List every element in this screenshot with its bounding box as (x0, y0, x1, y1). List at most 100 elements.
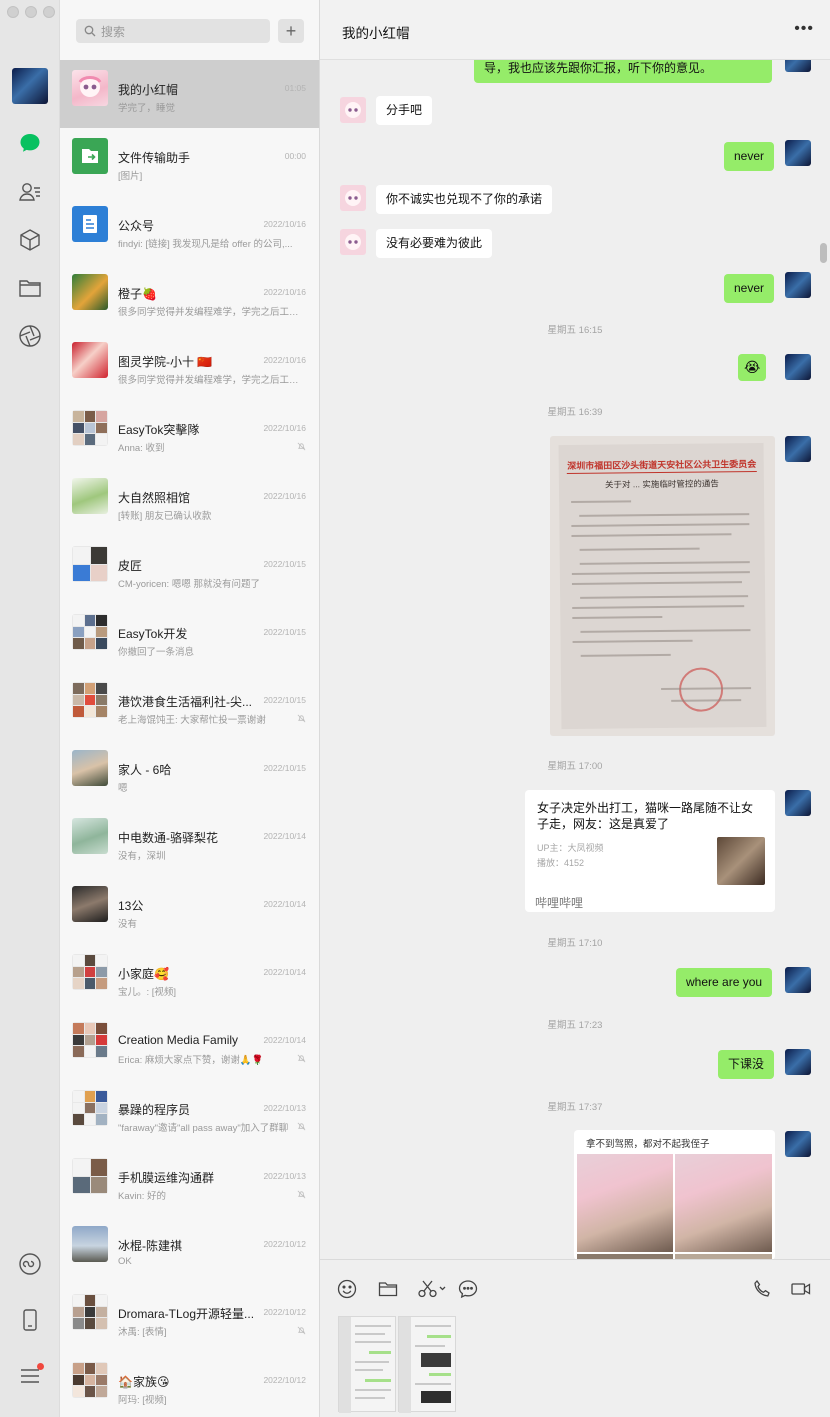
moments-nav-button[interactable] (15, 321, 45, 351)
image-message[interactable]: 深圳市福田区沙头街道天安社区公共卫生委员会 关于对 ... 实施临时管控的通告 (550, 436, 775, 736)
message-bubble-outgoing[interactable]: never (724, 274, 775, 303)
speech-bubble-icon (458, 1280, 478, 1299)
conversation-item[interactable]: 暴躁的程序员 "faraway"邀请"all pass away"加入了群聊 2… (60, 1080, 319, 1148)
mute-icon (297, 1054, 306, 1063)
screenshot-button[interactable] (417, 1278, 449, 1300)
aperture-icon (19, 325, 41, 347)
group-avatar (72, 954, 108, 990)
conversation-item[interactable]: Dromara-TLog开源轻量... 沐禹: [表情] 2022/10/12 (60, 1284, 319, 1352)
contact-avatar (340, 229, 366, 255)
shared-post-card[interactable]: 拿不到驾照，都对不起我侄子 (574, 1130, 775, 1259)
conversation-time: 2022/10/15 (263, 763, 306, 773)
my-avatar-small (785, 790, 811, 816)
message-list[interactable]: 导，我也应该先跟你汇报，听下你的意见。 分手吧 never 你不诚实也兑现不了你… (320, 60, 830, 1259)
favorites-nav-button[interactable] (15, 225, 45, 255)
message-bubble-incoming[interactable]: 没有必要难为彼此 (376, 229, 493, 258)
chat-nav-button[interactable] (15, 128, 45, 158)
conversation-time: 2022/10/14 (263, 967, 306, 977)
message-bubble-outgoing[interactable]: 导，我也应该先跟你汇报，听下你的意见。 (474, 60, 772, 83)
conversation-time: 00:00 (284, 151, 306, 161)
add-button[interactable]: + (278, 19, 304, 43)
conversation-preview: 很多同学觉得并发编程难学，学完之后工作... (118, 375, 302, 386)
conversation-item[interactable]: 图灵学院-小十 🇨🇳 很多同学觉得并发编程难学，学完之后工作... 2022/1… (60, 332, 319, 400)
video-call-button[interactable] (790, 1278, 812, 1300)
message-bubble-outgoing[interactable]: never (724, 142, 775, 171)
contacts-nav-button[interactable] (15, 177, 45, 207)
conversation-name: 中电数通-骆驿梨花 (118, 831, 218, 845)
conversation-preview: CM-yoricen: 嗯嗯 那就没有问题了 (118, 579, 260, 590)
conversation-item[interactable]: 冰棍-陈建祺 OK 2022/10/12 (60, 1216, 319, 1284)
search-bar: 搜索 + (60, 0, 319, 60)
conversation-time: 2022/10/16 (263, 219, 306, 229)
conversation-name: 暴躁的程序员 (118, 1103, 191, 1117)
conversation-time: 2022/10/16 (263, 287, 306, 297)
send-file-button[interactable] (377, 1278, 399, 1300)
conversation-item[interactable]: 中电数通-骆驿梨花 没有，深圳 2022/10/14 (60, 808, 319, 876)
voice-call-button[interactable] (751, 1278, 773, 1300)
phone-call-icon (754, 1279, 770, 1297)
phone-device-button[interactable] (15, 1305, 45, 1335)
minimize-window-button[interactable] (25, 6, 37, 18)
conversation-item[interactable]: 13公 没有 2022/10/14 (60, 876, 319, 944)
my-avatar[interactable] (12, 68, 48, 104)
my-avatar-small (785, 436, 811, 462)
message-bubble-incoming[interactable]: 你不诚实也兑现不了你的承诺 (376, 185, 553, 214)
conversation-item[interactable]: EasyTok开发 你撤回了一条消息 2022/10/15 (60, 604, 319, 672)
files-nav-button[interactable] (15, 273, 45, 303)
message-scrollbar[interactable] (820, 243, 827, 263)
avatar (72, 138, 108, 174)
conversation-time: 2022/10/14 (263, 1035, 306, 1045)
maximize-window-button[interactable] (43, 6, 55, 18)
close-window-button[interactable] (7, 6, 19, 18)
pasted-screenshots[interactable] (338, 1316, 456, 1413)
chat-icon (20, 134, 40, 152)
message-bubble-outgoing[interactable]: where are you (676, 968, 773, 997)
conversation-time: 2022/10/15 (263, 559, 306, 569)
conversation-item[interactable]: 我的小红帽 学完了，睡觉 01:05 (60, 60, 319, 128)
chat-header: 我的小红帽 ••• (320, 0, 830, 60)
chat-history-button[interactable] (457, 1278, 479, 1300)
conversation-item[interactable]: 公众号 findyi: [链接] 我发现凡是给 offer 的公司,... 20… (60, 196, 319, 264)
conversation-item[interactable]: 大自然照相馆 [转账] 朋友已确认收款 2022/10/16 (60, 468, 319, 536)
message-bubble-outgoing[interactable]: 下课没 (718, 1050, 775, 1079)
emoji-message[interactable]: 😭 (738, 354, 767, 381)
conversation-preview: [图片] (118, 171, 143, 182)
conversation-time: 2022/10/14 (263, 831, 306, 841)
message-bubble-incoming[interactable]: 分手吧 (376, 96, 433, 125)
video-link-card[interactable]: 女子决定外出打工，猫咪一路尾随不让女子走，网友：这是真爱了 UP主：大凤视频 播… (525, 790, 775, 912)
card-thumbnail (717, 837, 765, 885)
avatar (72, 818, 108, 854)
conversation-preview: 阿玛: [视频] (118, 1395, 167, 1406)
conversation-item[interactable]: 文件传输助手 [图片] 00:00 (60, 128, 319, 196)
screenshot-thumbnail[interactable] (338, 1316, 396, 1413)
composer (320, 1259, 830, 1417)
conversation-item[interactable]: 小家庭🥰 宝儿。: [视频] 2022/10/14 (60, 944, 319, 1012)
folder-icon (378, 1282, 398, 1297)
conversation-item[interactable]: 🏠家族😘 阿玛: [视频] 2022/10/12 (60, 1352, 319, 1417)
screenshot-thumbnail[interactable] (398, 1316, 456, 1413)
conversation-item[interactable]: 手机膜运维沟通群 Kavin: 好的 2022/10/13 (60, 1148, 319, 1216)
my-avatar-small (785, 1131, 811, 1157)
search-placeholder: 搜索 (101, 24, 126, 39)
emoji-button[interactable] (336, 1278, 358, 1300)
card-uploader: UP主：大凤视频 (537, 843, 604, 853)
contacts-icon (19, 183, 40, 201)
conversation-preview: 沐禹: [表情] (118, 1327, 167, 1338)
menu-button[interactable] (15, 1361, 45, 1391)
conversation-item[interactable]: 橙子🍓 很多同学觉得并发编程难学，学完之后工作... 2022/10/16 (60, 264, 319, 332)
conversation-item[interactable]: EasyTok突擊隊 Anna: 收到 2022/10/16 (60, 400, 319, 468)
more-options-button[interactable]: ••• (794, 20, 814, 38)
conversation-item[interactable]: 港饮港食生活福利社-尖... 老上海馄饨王: 大家帮忙投一票谢谢 2022/10… (60, 672, 319, 740)
avatar (72, 478, 108, 514)
folder-icon (19, 280, 41, 297)
my-avatar-small (785, 272, 811, 298)
card-plays: 播放：4152 (537, 858, 585, 868)
mini-programs-button[interactable] (15, 1249, 45, 1279)
search-input[interactable]: 搜索 (76, 19, 270, 43)
conversation-item[interactable]: 皮匠 CM-yoricen: 嗯嗯 那就没有问题了 2022/10/15 (60, 536, 319, 604)
message-timestamp: 星期五 17:23 (547, 1020, 603, 1031)
conversation-time: 2022/10/12 (263, 1239, 306, 1249)
conversation-item[interactable]: Creation Media Family Erica: 麻烦大家点下赞，谢谢🙏… (60, 1012, 319, 1080)
conversation-item[interactable]: 家人 - 6哈 嗯 2022/10/15 (60, 740, 319, 808)
window-controls (7, 6, 55, 18)
